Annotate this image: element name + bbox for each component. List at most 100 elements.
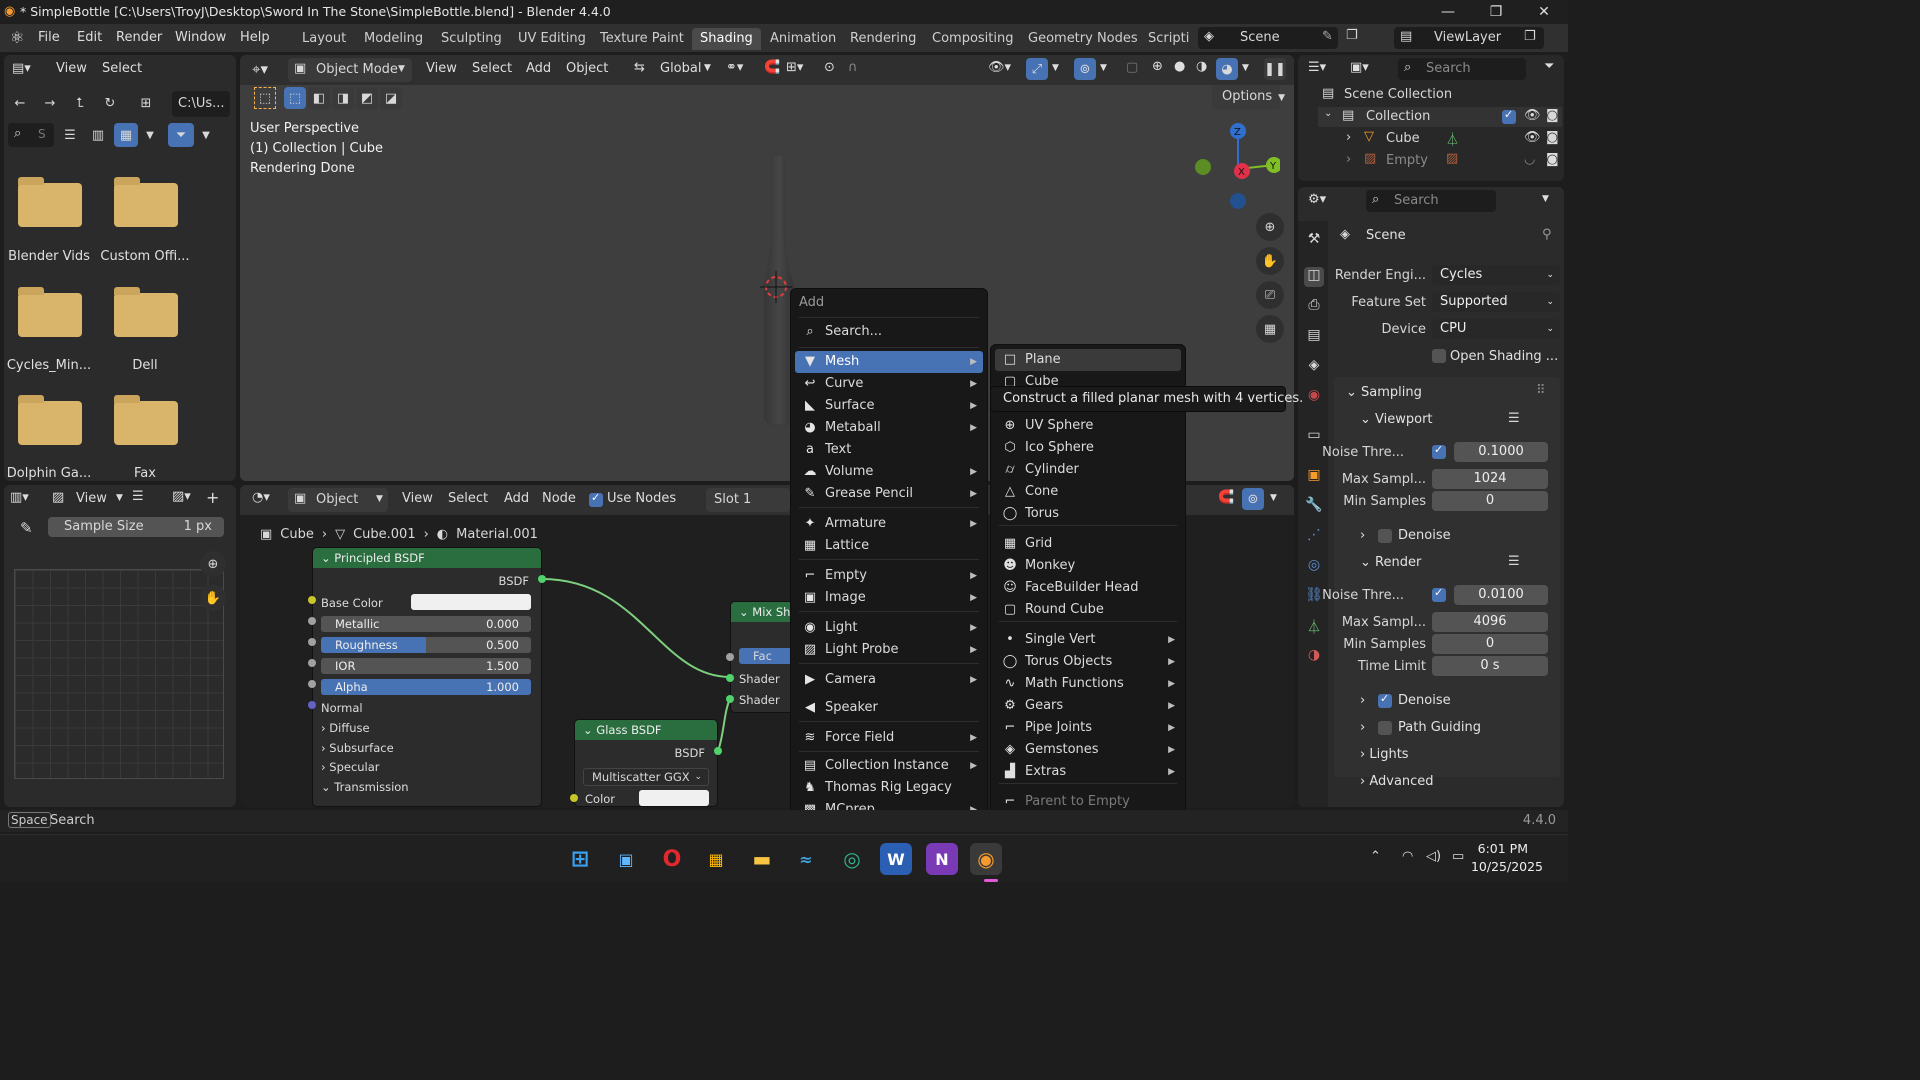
glass-bsdf-node[interactable]: ⌄ Glass BSDF BSDF Multiscatter GGX ⌄ Colo…: [574, 719, 718, 807]
tab-animation[interactable]: Animation: [762, 28, 844, 50]
overlays-icon[interactable]: ⊚: [1074, 58, 1096, 80]
display-mode-icon[interactable]: ▣▾: [1350, 60, 1369, 75]
onenote-icon[interactable]: N: [926, 843, 958, 875]
folder-label[interactable]: Dell: [90, 358, 200, 373]
pan-hand-icon[interactable]: ✋: [200, 585, 226, 611]
chevron-down-icon[interactable]: ⌄: [1324, 108, 1332, 119]
chevron-right-icon[interactable]: ›: [1346, 152, 1351, 167]
alpha-socket[interactable]: [308, 680, 316, 688]
denoise-section[interactable]: ›: [1360, 693, 1365, 708]
chevron-up-icon[interactable]: ⌃: [1370, 849, 1381, 864]
glass-color-socket[interactable]: [570, 794, 578, 802]
add-menu-item-surface[interactable]: ◣ Surface ▶: [795, 395, 983, 417]
principled-bsdf-node[interactable]: ⌄ Principled BSDF BSDF Base Color Metall…: [312, 547, 542, 807]
r-min-field[interactable]: 0: [1432, 634, 1548, 654]
tab-modeling[interactable]: Modeling: [356, 28, 431, 50]
viewport-section[interactable]: ⌄ Viewport: [1360, 412, 1433, 427]
visibility-icon[interactable]: 👁▾: [988, 60, 1011, 75]
options-dropdown[interactable]: Options ▼: [1212, 85, 1285, 109]
view-layer-selector[interactable]: ▤ ViewLayer ❐: [1394, 27, 1544, 49]
columns-view-icon[interactable]: ▥: [86, 123, 110, 147]
vp-object-menu[interactable]: Object: [566, 61, 608, 76]
add-menu-item-light-probe[interactable]: ▨ Light Probe ▶: [795, 639, 983, 661]
folder-label[interactable]: Cycles_Min...: [4, 358, 104, 373]
editor-type-icon[interactable]: ▤▾: [12, 61, 31, 76]
menu-render[interactable]: Render: [116, 30, 162, 45]
select-set-icon[interactable]: ⬚: [284, 87, 306, 109]
ior-field[interactable]: IOR 1.500: [321, 658, 531, 674]
menu-file[interactable]: File: [38, 30, 60, 45]
render-section[interactable]: ⌄ Render: [1360, 555, 1421, 570]
folder-label[interactable]: Dolphin Ga...: [4, 466, 104, 481]
mesh-menu-item-cylinder[interactable]: ⌭ Cylinder: [995, 459, 1181, 481]
mesh-menu-item-plane[interactable]: □ Plane: [995, 349, 1181, 371]
image-browse-icon[interactable]: ▨▾: [172, 489, 191, 504]
vp-add-menu[interactable]: Add: [526, 61, 551, 76]
xray-icon[interactable]: ▢: [1126, 60, 1138, 75]
add-menu-item-metaball[interactable]: ◕ Metaball ▶: [795, 417, 983, 439]
volume-icon[interactable]: ◁): [1426, 849, 1441, 864]
mesh-menu-item-single-vert[interactable]: • Single Vert ▶: [995, 629, 1181, 651]
thumbnails-view-icon[interactable]: ▦: [114, 123, 138, 147]
lights-section[interactable]: › Lights: [1360, 747, 1409, 762]
normal-socket[interactable]: [308, 701, 316, 709]
mesh-menu-item-ico-sphere[interactable]: ⬡ Ico Sphere: [995, 437, 1181, 459]
pan-hand-icon[interactable]: ✋: [1256, 247, 1284, 275]
chevron-down-icon[interactable]: ▼: [1100, 63, 1107, 73]
pin-icon[interactable]: ✎: [1322, 29, 1333, 44]
close-icon[interactable]: ✕: [1520, 0, 1568, 24]
list-view-icon[interactable]: ☰: [58, 123, 82, 147]
vp-noise-field[interactable]: 0.1000: [1454, 442, 1548, 462]
vp-view-menu[interactable]: View: [426, 61, 457, 76]
blender-menu-icon[interactable]: ⚛: [10, 28, 24, 47]
camera-icon[interactable]: ◙: [1546, 108, 1559, 123]
back-icon[interactable]: ←: [8, 91, 32, 115]
select-subtract-icon[interactable]: ◨: [332, 87, 354, 109]
collapse-icon[interactable]: ⌄: [739, 605, 752, 619]
outliner-item-empty[interactable]: › ▨ Empty ▨ ◡ ◙: [1338, 151, 1562, 171]
add-menu-item-force-field[interactable]: ≋ Force Field ▶: [795, 727, 983, 749]
panel-diffuse[interactable]: › Diffuse: [321, 721, 370, 735]
fac-field[interactable]: Fac: [739, 648, 795, 664]
shader-input-2-socket[interactable]: [726, 695, 734, 703]
forward-icon[interactable]: →: [38, 91, 62, 115]
refresh-icon[interactable]: ↻: [98, 91, 122, 115]
panel-subsurface[interactable]: › Subsurface: [321, 741, 394, 755]
node-header[interactable]: ⌄ Principled BSDF: [313, 548, 541, 568]
data-tab-icon[interactable]: ⏃: [1304, 617, 1324, 637]
editor-type-icon[interactable]: ⌖▾: [252, 60, 268, 78]
material-shading-icon[interactable]: ◑: [1196, 59, 1207, 74]
menu-help[interactable]: Help: [240, 30, 270, 45]
chevron-right-icon[interactable]: ›: [1346, 130, 1351, 145]
opera-browser-icon[interactable]: O: [656, 843, 688, 875]
eye-icon[interactable]: 👁: [1524, 130, 1541, 145]
new-folder-icon[interactable]: ⊞: [134, 91, 158, 115]
select-tool-icon[interactable]: ⬚: [254, 87, 276, 109]
sample-tool-icon[interactable]: ✎: [20, 519, 33, 537]
orientation-dropdown[interactable]: Global: [660, 61, 701, 76]
mesh-menu-item-facebuilder-head[interactable]: ☺ FaceBuilder Head: [995, 577, 1181, 599]
app-icon[interactable]: ≈: [790, 843, 822, 875]
modifier-tab-icon[interactable]: 🔧: [1304, 497, 1324, 517]
particles-tab-icon[interactable]: ⋰: [1304, 527, 1324, 547]
vp-denoise-section[interactable]: ›: [1360, 528, 1365, 543]
fb-search-input[interactable]: ⌕ S: [8, 123, 54, 147]
add-menu-item-text[interactable]: a Text: [795, 439, 983, 461]
folder-label[interactable]: Custom Offi...: [90, 249, 200, 264]
add-menu-item-camera[interactable]: ▶ Camera ▶: [795, 669, 983, 691]
preset-list-icon[interactable]: ☰: [1508, 554, 1520, 569]
vp-max-field[interactable]: 1024: [1432, 469, 1548, 489]
view-layer-tab-icon[interactable]: ▤: [1304, 327, 1324, 347]
tab-geometry-nodes[interactable]: Geometry Nodes: [1020, 28, 1146, 50]
menu-edit[interactable]: Edit: [77, 30, 102, 45]
path-guiding-section[interactable]: ›: [1360, 720, 1365, 735]
material-tab-icon[interactable]: ◑: [1304, 647, 1324, 667]
scene-selector[interactable]: ◈ Scene ✎: [1198, 27, 1338, 49]
constraints-tab-icon[interactable]: ⛓: [1304, 587, 1324, 607]
clock-date[interactable]: 10/25/2025: [1471, 859, 1543, 874]
editor-type-icon[interactable]: ⚙▾: [1308, 192, 1326, 207]
3d-cursor[interactable]: [760, 271, 792, 303]
render-engine-dropdown[interactable]: Cycles ⌄: [1432, 265, 1560, 285]
output-tab-icon[interactable]: ⎙: [1304, 297, 1324, 317]
base-color-socket[interactable]: [308, 596, 316, 604]
